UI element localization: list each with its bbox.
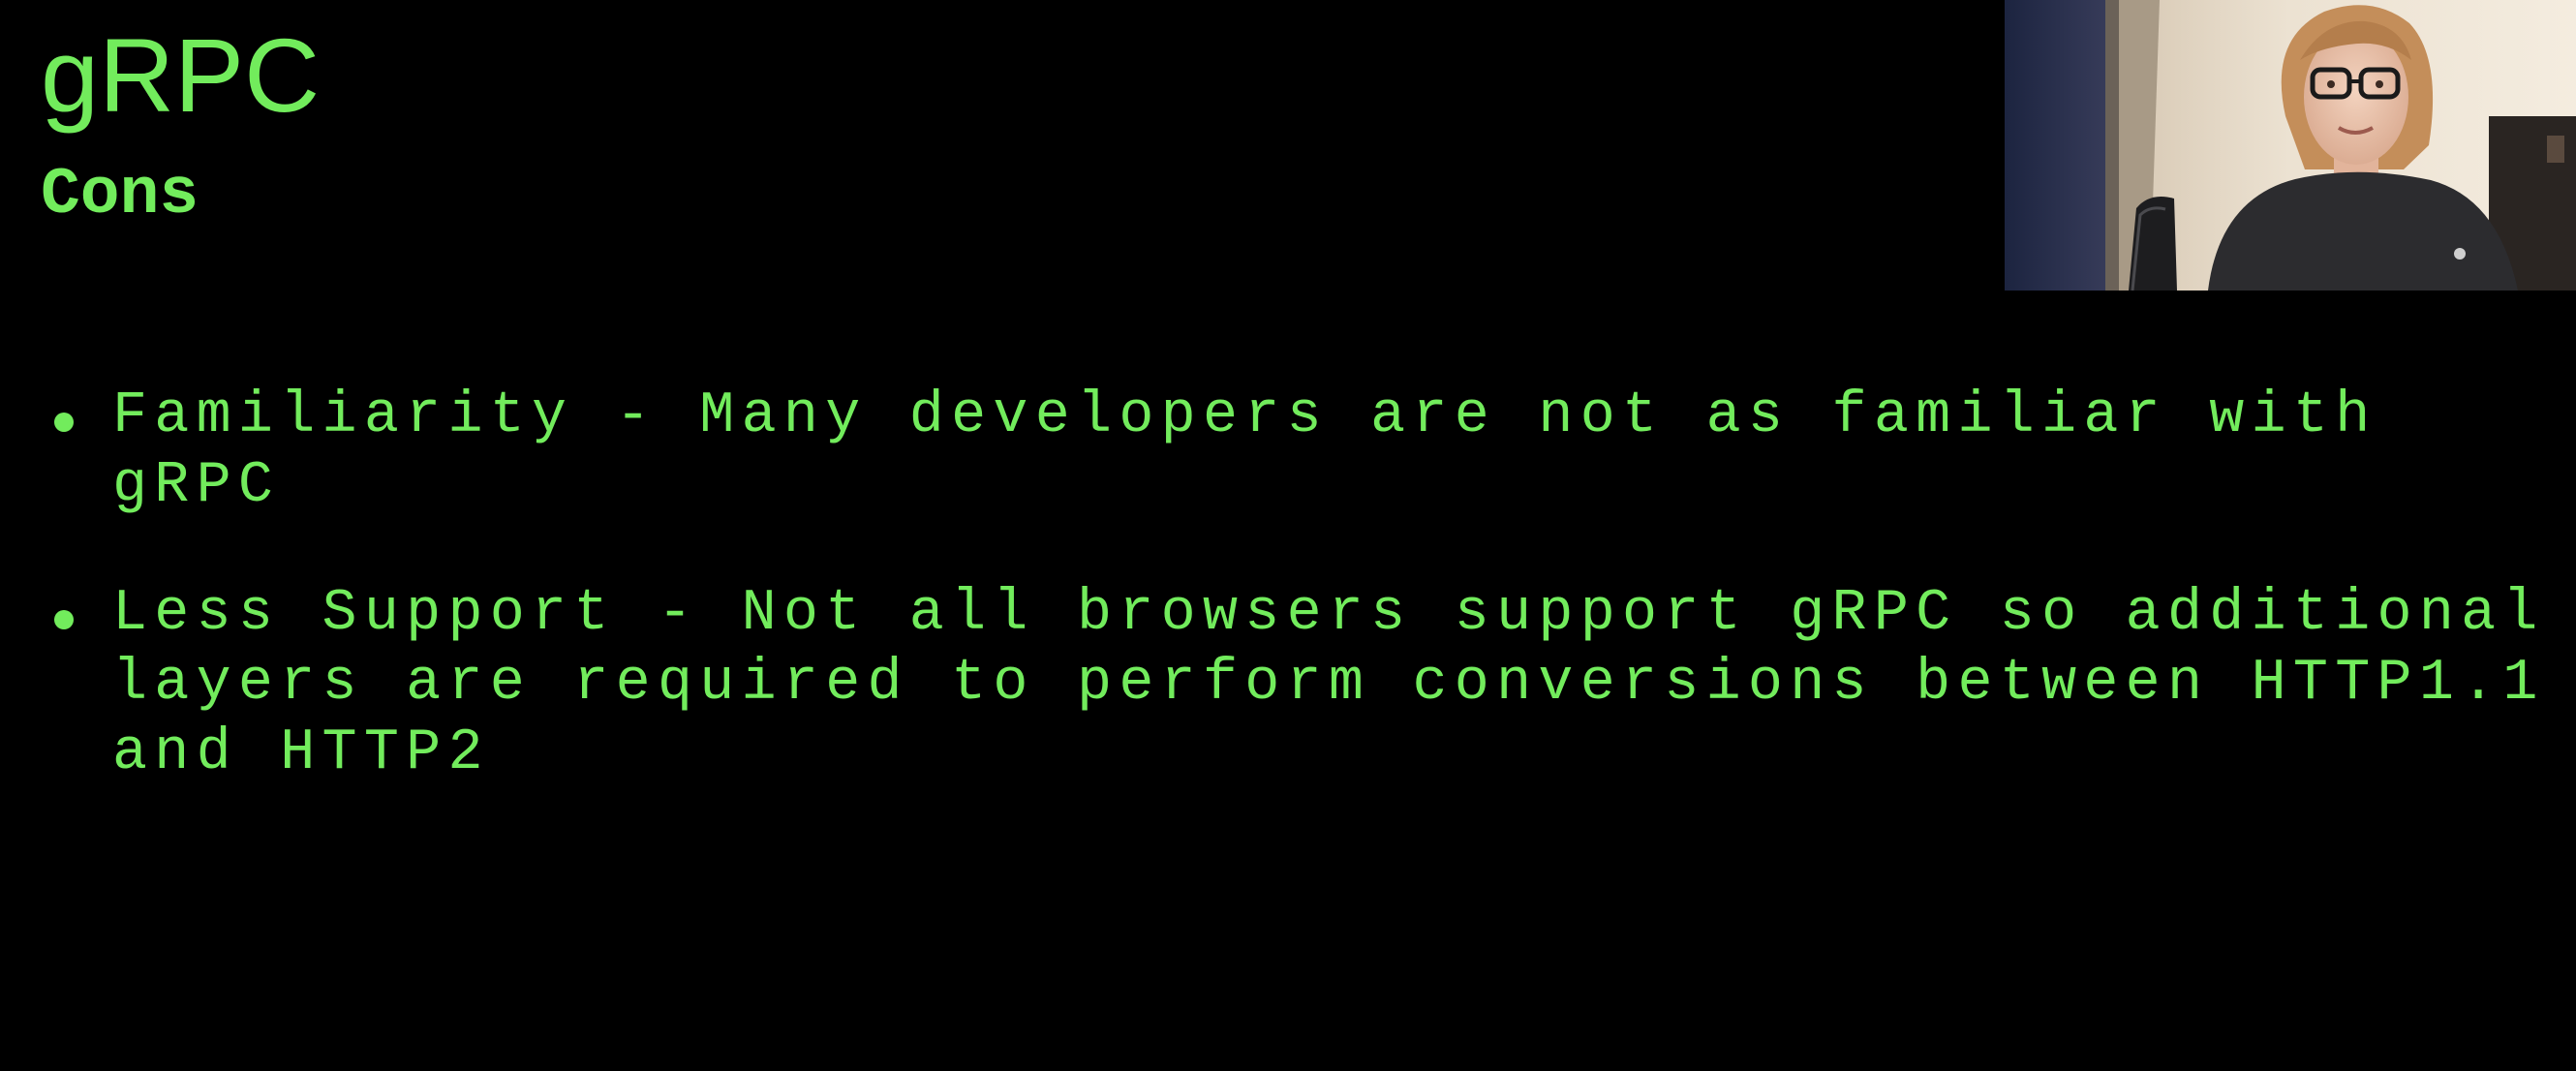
bullet-text-line: Less Support - Not all browsers support … bbox=[112, 581, 2545, 647]
bullet-point-icon bbox=[54, 413, 74, 432]
bullet-text-line: and HTTP2 bbox=[112, 720, 490, 786]
presenter-webcam-video bbox=[2005, 0, 2576, 291]
bullet-point-icon bbox=[54, 610, 74, 629]
bullet-text-line: layers are required to perform conversio… bbox=[112, 651, 2545, 717]
bullet-list: Familiarity - Many developers are not as… bbox=[0, 382, 2576, 846]
slide-title: gRPC bbox=[41, 16, 321, 134]
bullet-item-familiarity: Familiarity - Many developers are not as… bbox=[0, 382, 2576, 521]
bullet-text-line: Familiarity - Many developers are not as… bbox=[112, 383, 2377, 449]
slide-subtitle: Cons bbox=[41, 158, 199, 232]
presenter-video-image bbox=[2005, 0, 2576, 291]
presentation-slide: gRPC Cons Familiarity - Many developers … bbox=[0, 0, 2576, 1071]
bullet-item-less-support: Less Support - Not all browsers support … bbox=[0, 579, 2576, 788]
bullet-text-line: gRPC bbox=[112, 453, 281, 519]
